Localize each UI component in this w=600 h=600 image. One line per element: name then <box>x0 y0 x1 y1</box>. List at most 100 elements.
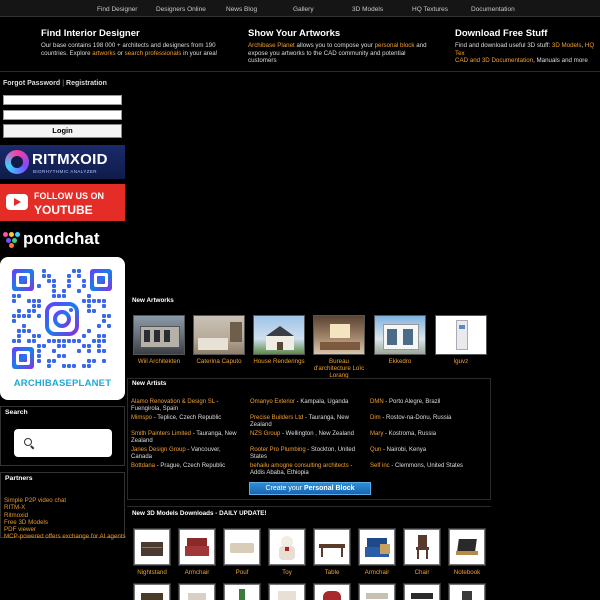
model-card[interactable]: Toy <box>268 528 306 576</box>
partner-link[interactable]: RITM-X <box>4 504 124 511</box>
artwork-thumbnail <box>253 315 305 355</box>
qr-module <box>87 359 91 363</box>
artist-link[interactable]: Rooter Pro Plumbing <box>250 447 306 453</box>
ritmxoid-banner[interactable]: RITMXOID BIORHYTHMIC ANALYZER <box>0 145 125 179</box>
qr-module <box>32 304 36 308</box>
model-card[interactable]: Armchair <box>178 528 216 576</box>
partner-link[interactable]: Free 3D Models <box>4 519 124 526</box>
artworks-link[interactable]: artworks <box>92 50 115 57</box>
artwork-caption: Wiil Architekten <box>137 358 181 365</box>
search-professionals-link[interactable]: search professionals <box>125 50 182 57</box>
artist-link[interactable]: Omanyo Exterior <box>250 399 295 405</box>
cad-docs-link[interactable]: CAD and 3D Documentation <box>455 57 533 64</box>
nav-news-blog[interactable]: News Blog <box>226 6 257 13</box>
model-card[interactable] <box>133 583 171 600</box>
model-card[interactable] <box>268 583 306 600</box>
model-card[interactable] <box>223 583 261 600</box>
artist-link[interactable]: NZS Group <box>250 431 280 437</box>
artwork-card[interactable]: Ekkedro <box>374 315 426 365</box>
nav-3d-models[interactable]: 3D Models <box>352 6 383 13</box>
qr-module <box>37 334 41 338</box>
nav-designers-online[interactable]: Designers Online <box>156 6 206 13</box>
artist-link[interactable]: Smith Painters Limited <box>131 431 191 437</box>
model-card[interactable]: Pouf <box>223 528 261 576</box>
qr-module <box>32 339 36 343</box>
qr-module <box>72 339 76 343</box>
pondchat-banner[interactable]: pondchat <box>0 227 125 253</box>
nav-hq-textures[interactable]: HQ Textures <box>412 6 448 13</box>
artist-entry: Smith Painters Limited - Tauranga, New Z… <box>131 431 237 444</box>
artist-entry: Omanyo Exterior - Kampala, Uganda <box>250 399 349 405</box>
qr-module <box>102 349 106 353</box>
model-card[interactable] <box>178 583 216 600</box>
promo-title: Show Your Artworks <box>248 28 341 39</box>
qr-module <box>102 304 106 308</box>
search-input[interactable] <box>14 429 112 457</box>
artwork-card[interactable]: Wiil Architekten <box>133 315 185 365</box>
password-input[interactable] <box>3 110 122 120</box>
artwork-card[interactable]: House Renderings <box>253 315 305 365</box>
artist-link[interactable]: Dim <box>370 415 381 421</box>
nav-documentation[interactable]: Documentation <box>471 6 515 13</box>
model-card[interactable] <box>448 583 486 600</box>
forgot-password-link[interactable]: Forgot Password <box>3 80 60 87</box>
qr-module <box>62 364 66 368</box>
qr-module <box>37 304 41 308</box>
partner-link[interactable]: PDF viewer <box>4 526 124 533</box>
artist-link[interactable]: Qun <box>370 447 381 453</box>
qr-module <box>107 324 111 328</box>
registration-link[interactable]: Registration <box>66 80 107 87</box>
artwork-card[interactable]: Bureau d'architecture Loïc Lorang <box>313 315 365 379</box>
qr-module <box>12 339 16 343</box>
model-card[interactable]: Notebook <box>448 528 486 576</box>
partner-link[interactable]: Simple P2P video chat <box>4 497 124 504</box>
archibase-planet-link[interactable]: Archibase Planet <box>248 42 295 49</box>
artist-link[interactable]: Mimspo <box>131 415 152 421</box>
artist-link[interactable]: Precise Builders Ltd <box>250 415 303 421</box>
model-card[interactable] <box>313 583 351 600</box>
qr-module <box>102 299 106 303</box>
artwork-card[interactable]: lguvz <box>435 315 487 365</box>
login-button[interactable]: Login <box>3 124 122 138</box>
model-caption: Armchair <box>184 569 210 576</box>
create-personal-block-button[interactable]: Create your Personal Block <box>249 482 371 495</box>
artist-entry: Janes Design Group - Vancouver, Canada <box>131 447 221 460</box>
youtube-banner[interactable]: FOLLOW US ON YOUTUBE <box>0 184 125 221</box>
artist-entry: Mary - Kostroma, Russia <box>370 431 437 437</box>
artwork-thumbnail <box>313 315 365 355</box>
promo-title: Download Free Stuff <box>455 28 548 39</box>
partner-link[interactable]: MCP-powered offers exchange for AI agent… <box>4 533 126 540</box>
model-card[interactable]: Chair <box>403 528 441 576</box>
model-card[interactable] <box>403 583 441 600</box>
artist-link[interactable]: behailu amogne consulting architects <box>250 463 349 469</box>
artist-link[interactable]: DMN <box>370 399 384 405</box>
qr-module <box>92 309 96 313</box>
artist-link[interactable]: Bottdana <box>131 463 155 469</box>
partners-panel: Partners Simple P2P video chat RITM-X Ri… <box>0 472 126 540</box>
username-input[interactable] <box>3 95 122 105</box>
archibaseplanet-qr-banner[interactable]: ARCHIBASEPLANET <box>0 257 125 400</box>
model-card[interactable] <box>358 583 396 600</box>
3d-models-link[interactable]: 3D Models <box>552 42 582 49</box>
partner-link[interactable]: Ritmoxid <box>4 512 124 519</box>
nav-gallery[interactable]: Gallery <box>293 6 314 13</box>
artwork-card[interactable]: Caterina Caputo <box>193 315 245 365</box>
qr-module <box>37 284 41 288</box>
youtube-line1: FOLLOW US ON <box>34 191 104 201</box>
qr-module <box>12 299 16 303</box>
model-card[interactable]: Nightstand <box>133 528 171 576</box>
model-thumbnail <box>268 583 306 600</box>
new-artworks-title: New Artworks <box>132 297 174 304</box>
artist-entry: Dim - Rostov-na-Donu, Russia <box>370 415 452 421</box>
model-card[interactable]: Armchair <box>358 528 396 576</box>
artist-link[interactable]: Mary <box>370 431 383 437</box>
nav-find-designer[interactable]: Find Designer <box>97 6 137 13</box>
artist-link[interactable]: Self inc <box>370 463 390 469</box>
personal-block-link[interactable]: personal block <box>375 42 415 49</box>
model-card[interactable]: Table <box>313 528 351 576</box>
qr-module <box>47 339 51 343</box>
model-thumbnail <box>178 583 216 600</box>
artist-link[interactable]: Alamo Renovation & Design SL <box>131 399 215 405</box>
model-caption: Chair <box>414 569 430 576</box>
artist-link[interactable]: Janes Design Group <box>131 447 186 453</box>
